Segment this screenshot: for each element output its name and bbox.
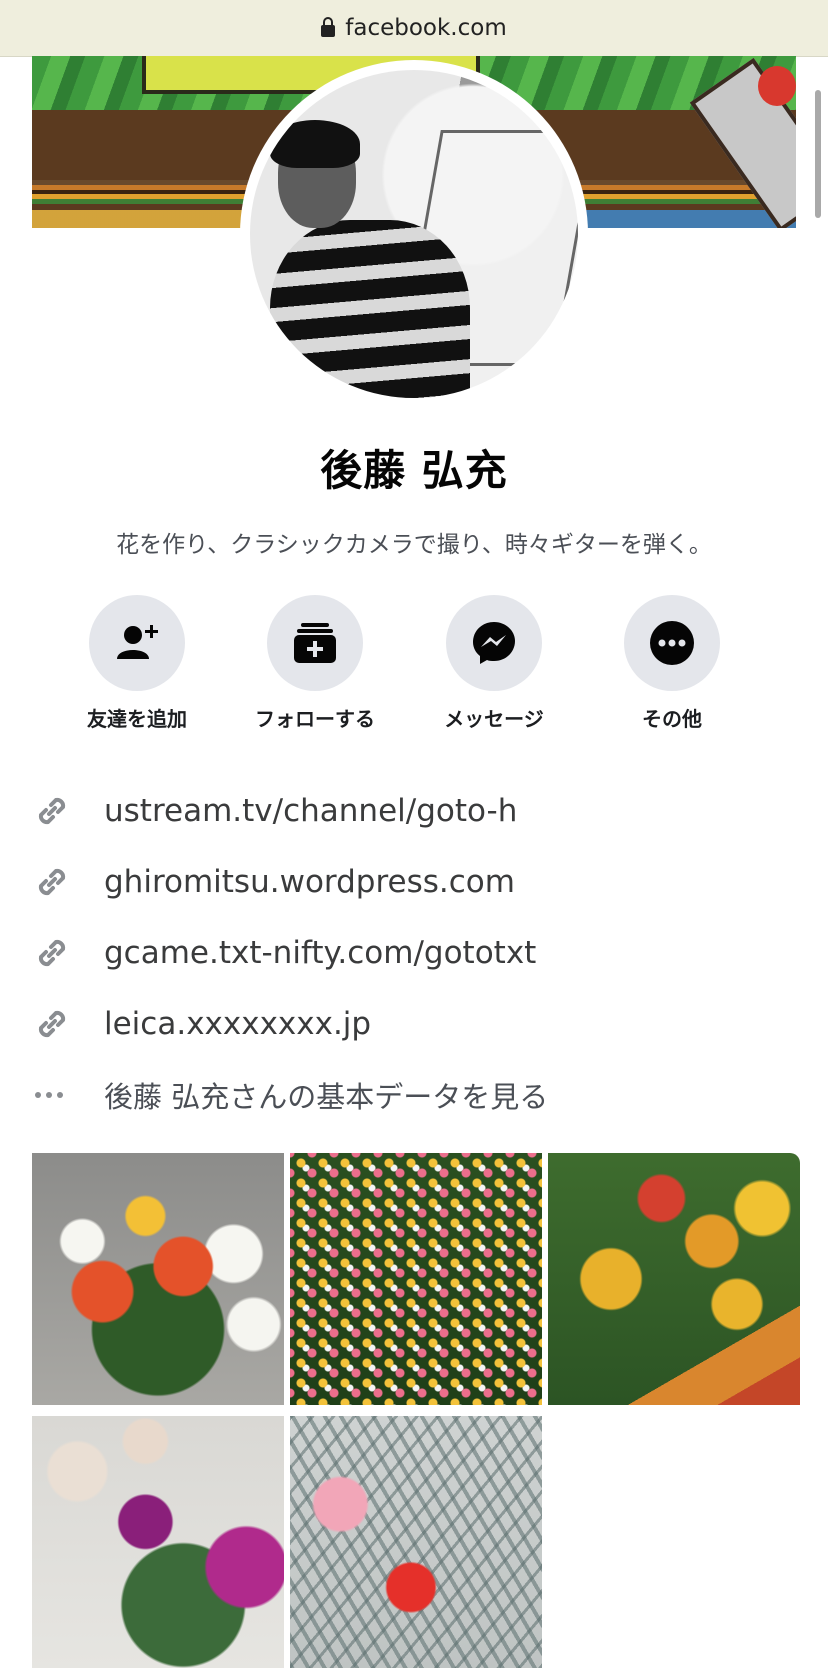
profile-links: ustream.tv/channel/goto-h ghiromitsu.wor… [32,775,792,1130]
scrollbar[interactable] [815,90,821,218]
more-icon [650,621,694,665]
photo-grid [32,1153,800,1674]
browser-url-bar[interactable]: facebook.com [0,0,828,57]
link-icon [32,1004,104,1044]
profile-bio: 花を作り、クラシックカメラで撮り、時々ギターを弾く。 [116,532,712,558]
website-link-text: gcame.txt-nifty.com/gototxt [104,934,537,971]
photo-thumbnail[interactable] [290,1416,542,1668]
website-link-text: ustream.tv/channel/goto-h [104,792,518,829]
follow-label: フォローする [255,707,375,731]
message-button[interactable]: メッセージ [419,595,569,732]
add-friend-button[interactable]: 友達を追加 [62,595,212,732]
website-link[interactable]: ustream.tv/channel/goto-h [32,775,792,846]
photo-thumbnail[interactable] [290,1153,542,1405]
photo-thumbnail[interactable] [548,1153,800,1405]
link-icon [32,862,104,902]
messenger-icon [473,622,515,664]
more-button[interactable]: その他 [597,595,747,732]
link-icon [32,933,104,973]
follow-icon [294,623,336,663]
about-info-text: 後藤 弘充さんの基本データを見る [104,1079,549,1114]
profile-avatar[interactable] [250,70,578,398]
about-info-link[interactable]: 後藤 弘充さんの基本データを見る [32,1059,792,1130]
website-link-text: ghiromitsu.wordpress.com [104,863,515,900]
website-link[interactable]: ghiromitsu.wordpress.com [32,846,792,917]
photo-thumbnail[interactable] [32,1153,284,1405]
link-icon [32,791,104,831]
add-friend-label: 友達を追加 [87,707,187,731]
website-link-text: leica.xxxxxxxx.jp [104,1005,372,1042]
more-dots-icon [32,1075,104,1115]
add-friend-icon [117,625,158,659]
lock-icon [321,17,336,37]
website-link[interactable]: gcame.txt-nifty.com/gototxt [32,917,792,988]
message-label: メッセージ [444,707,544,731]
profile-name: 後藤 弘充 [320,446,508,495]
more-label: その他 [642,707,702,731]
website-link[interactable]: leica.xxxxxxxx.jp [32,988,792,1059]
follow-button[interactable]: フォローする [240,595,390,732]
profile-actions: 友達を追加 フォローする メッセージ その他 [62,595,762,735]
url-text: facebook.com [345,15,507,41]
photo-thumbnail[interactable] [32,1416,284,1668]
